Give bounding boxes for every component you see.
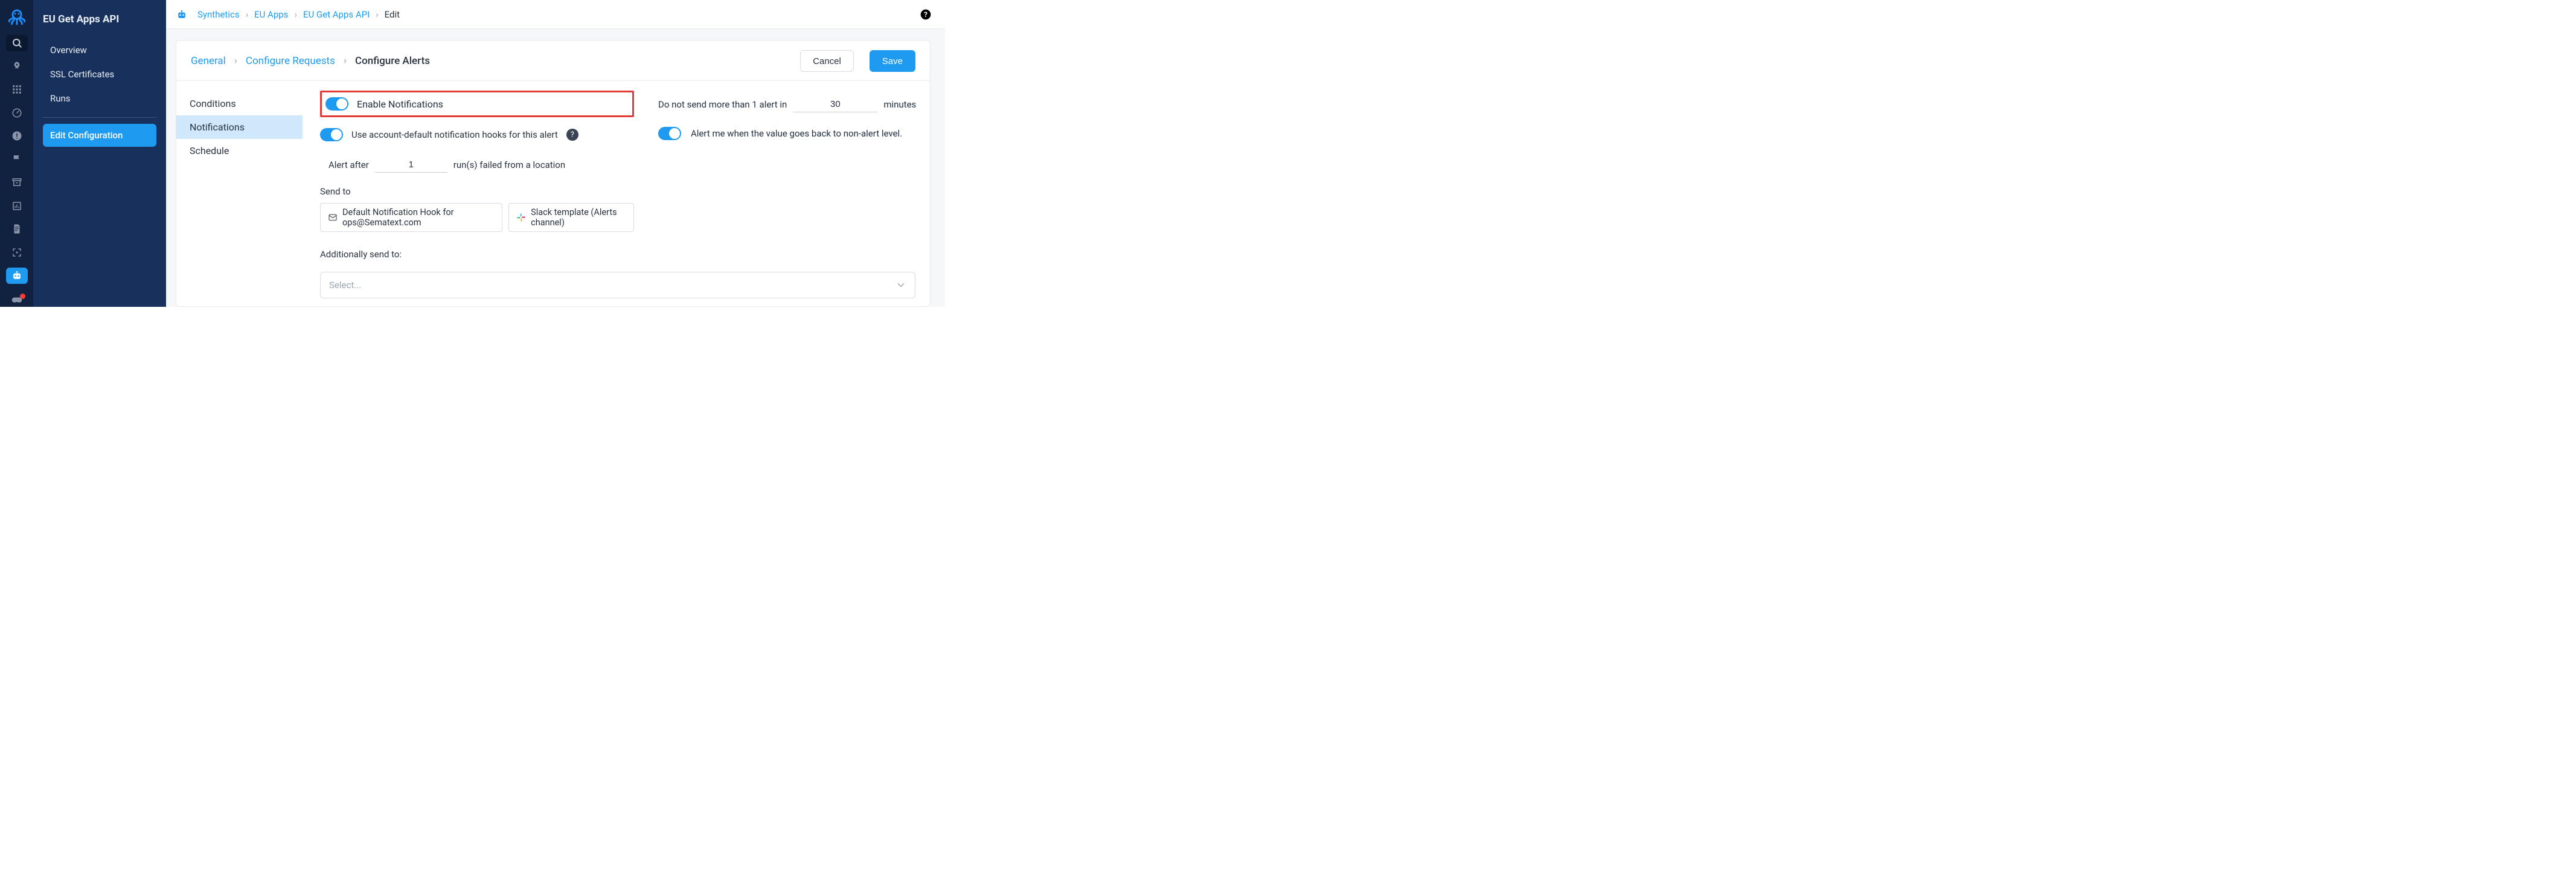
chevron-right-icon: ›: [376, 9, 379, 20]
recovery-alert-label: Alert me when the value goes back to non…: [691, 128, 902, 139]
notification-hooks-list: Default Notification Hook for ops@Semate…: [320, 203, 634, 232]
alert-after-prefix: Alert after: [328, 159, 369, 170]
main: Synthetics › EU Apps › EU Get Apps API ›…: [166, 0, 945, 307]
section-tabs: Conditions Notifications Schedule: [176, 81, 303, 266]
enable-notifications-toggle[interactable]: [325, 97, 348, 111]
chevron-right-icon: ›: [294, 9, 297, 20]
bar-chart-icon[interactable]: [6, 198, 28, 214]
sidebar-divider: [43, 117, 156, 118]
svg-text:?: ?: [924, 10, 928, 19]
notification-dot-icon: [20, 294, 25, 299]
section-tab-conditions[interactable]: Conditions: [176, 92, 303, 115]
sidebar-item-runs[interactable]: Runs: [43, 87, 156, 110]
hook-chip-default[interactable]: Default Notification Hook for ops@Semate…: [320, 203, 502, 232]
enable-notifications-highlight: Enable Notifications: [320, 91, 634, 117]
alert-after-input[interactable]: [375, 157, 447, 173]
grid-icon[interactable]: [6, 82, 28, 98]
rocket-icon[interactable]: [6, 59, 28, 75]
additional-hooks-select[interactable]: Select...: [320, 272, 915, 298]
chevron-right-icon: ›: [234, 55, 237, 67]
gauge-icon[interactable]: [6, 105, 28, 121]
sidebar: EU Get Apps API Overview SSL Certificate…: [33, 0, 166, 307]
default-hooks-label: Use account-default notification hooks f…: [351, 129, 558, 140]
section-tab-notifications[interactable]: Notifications: [176, 115, 303, 139]
throttle-input[interactable]: [793, 97, 877, 112]
robot-icon[interactable]: [6, 268, 28, 284]
chevron-down-icon: [896, 280, 906, 291]
help-tooltip-icon[interactable]: ?: [566, 129, 578, 141]
game-icon[interactable]: [6, 291, 28, 307]
save-button[interactable]: Save: [870, 50, 915, 72]
select-placeholder: Select...: [329, 280, 361, 291]
sidebar-item-overview[interactable]: Overview: [43, 39, 156, 62]
archive-icon[interactable]: [6, 175, 28, 191]
hook-chip-slack[interactable]: Slack template (Alerts channel): [508, 203, 634, 232]
sidebar-item-ssl[interactable]: SSL Certificates: [43, 63, 156, 86]
sidebar-item-edit-config[interactable]: Edit Configuration: [43, 124, 156, 147]
tab-general[interactable]: General: [191, 55, 226, 67]
recovery-alert-toggle[interactable]: [658, 127, 681, 140]
hook-chip-label: Slack template (Alerts channel): [531, 207, 626, 228]
crumb-synthetics[interactable]: Synthetics: [197, 9, 240, 20]
document-icon[interactable]: [6, 221, 28, 237]
step-tabs: General › Configure Requests › Configure…: [176, 40, 930, 81]
chevron-right-icon: ›: [246, 9, 249, 20]
throttle-prefix: Do not send more than 1 alert in: [658, 99, 787, 110]
brand-logo-icon[interactable]: [7, 4, 27, 28]
hook-chip-label: Default Notification Hook for ops@Semate…: [342, 207, 495, 228]
alert-after-suffix: run(s) failed from a location: [453, 159, 565, 170]
content-card: General › Configure Requests › Configure…: [176, 40, 931, 307]
throttle-unit: minutes: [883, 99, 916, 110]
slack-icon: [516, 213, 526, 222]
capture-icon[interactable]: [6, 245, 28, 261]
crumb-eu-apps[interactable]: EU Apps: [254, 9, 288, 20]
default-hooks-toggle[interactable]: [320, 128, 343, 141]
flag-icon[interactable]: [6, 152, 28, 168]
help-icon[interactable]: ?: [920, 8, 932, 21]
crumb-current: Edit: [385, 9, 400, 20]
cancel-button[interactable]: Cancel: [800, 50, 854, 72]
tab-configure-requests[interactable]: Configure Requests: [246, 55, 335, 67]
section-tab-schedule[interactable]: Schedule: [176, 139, 303, 162]
breadcrumb-robot-icon: [176, 8, 188, 21]
crumb-app[interactable]: EU Get Apps API: [303, 9, 370, 20]
enable-notifications-label: Enable Notifications: [357, 98, 443, 110]
search-icon[interactable]: [6, 35, 28, 51]
chevron-right-icon: ›: [344, 55, 347, 67]
tab-configure-alerts: Configure Alerts: [355, 55, 430, 67]
icon-rail: [0, 0, 33, 307]
alert-icon[interactable]: [6, 128, 28, 144]
sidebar-title: EU Get Apps API: [33, 13, 166, 39]
additional-send-label: Additionally send to:: [320, 249, 634, 260]
breadcrumb: Synthetics › EU Apps › EU Get Apps API ›…: [166, 0, 945, 29]
send-to-label: Send to: [320, 186, 634, 197]
mail-icon: [328, 213, 338, 222]
